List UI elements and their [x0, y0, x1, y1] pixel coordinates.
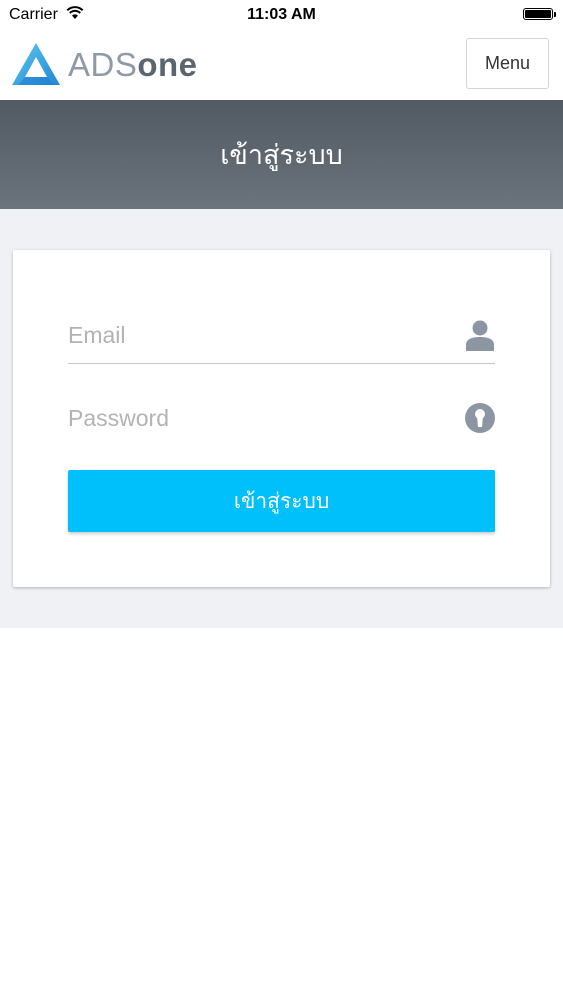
- logo-text: ADSone: [68, 46, 198, 84]
- adsone-logo[interactable]: ADSone: [10, 40, 198, 90]
- password-input[interactable]: [68, 390, 448, 446]
- page-title: เข้าสู่ระบบ: [220, 140, 343, 171]
- login-button[interactable]: เข้าสู่ระบบ: [68, 470, 495, 532]
- email-input[interactable]: [68, 307, 448, 363]
- password-field: [68, 390, 495, 446]
- email-field: [68, 307, 495, 364]
- logo-one-text: one: [137, 46, 198, 83]
- login-card: เข้าสู่ระบบ: [13, 250, 550, 587]
- menu-button[interactable]: Menu: [466, 38, 549, 89]
- status-bar: Carrier 11:03 AM: [0, 0, 563, 30]
- logo-ads-text: ADS: [68, 46, 138, 83]
- user-icon: [466, 320, 494, 351]
- battery-icon: [523, 8, 556, 20]
- keyhole-icon: [465, 403, 495, 433]
- clock: 11:03 AM: [247, 6, 316, 23]
- page-header: เข้าสู่ระบบ: [0, 100, 563, 209]
- logo-mark-icon: [12, 43, 60, 85]
- navbar: ADSone Menu: [0, 30, 563, 100]
